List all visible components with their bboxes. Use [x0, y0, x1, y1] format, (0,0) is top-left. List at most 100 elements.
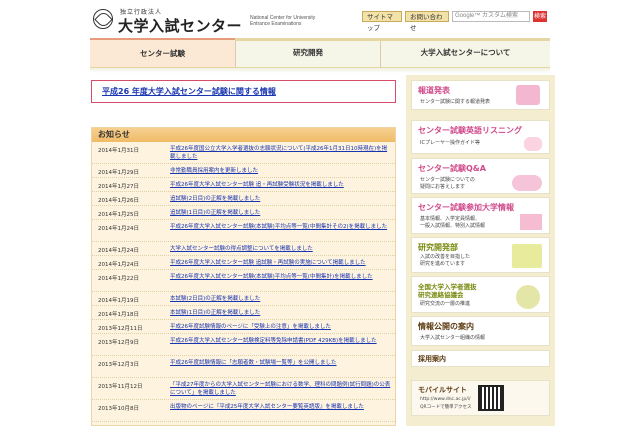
main-nav: センター試験 研究開発 大学入試センターについて [90, 38, 550, 68]
notice-row: 2014年1月22日 平成26年度大学入試センター試験(本試験)平均点等一覧(中… [92, 271, 395, 292]
notice-date: 2014年1月22日 [98, 276, 139, 282]
people-icon [516, 285, 540, 309]
disclosure-sub: 大学入試センター組織の情報 [420, 335, 486, 341]
notice-link[interactable]: 大学入試センター試験の得点調整についてを掲載しました [170, 245, 392, 253]
headphones-icon [524, 137, 542, 151]
nav-about[interactable]: 大学入試センターについて [380, 41, 550, 67]
notice-row: 2014年1月24日 大学入試センター試験の得点調整についてを掲載しました [92, 243, 395, 256]
research-dept-title: 研究開発部 [418, 243, 458, 252]
newspaper-icon [516, 85, 540, 105]
notice-link[interactable]: 出版物のページに『平成25年度大学入試センター要覧英語版』を掲載しました [170, 403, 392, 411]
notice-section: お知らせ 2014年1月31日 平成26年度国公立大学入学者選抜の志願状況につい… [91, 127, 396, 426]
notice-link[interactable]: 「平成27年度からの大学入試センター試験における数学、理科の問題例(試行問題)の… [170, 381, 392, 397]
notice-link[interactable]: 追試験(2日目)の正解を掲載しました [170, 195, 392, 203]
notice-date: 2014年1月24日 [98, 262, 139, 268]
notice-date: 2013年12月9日 [98, 340, 139, 346]
notice-row: 2014年1月25日 追試験(1日目)の正解を掲載しました [92, 207, 395, 220]
notice-link[interactable]: 追試験(1日目)の正解を掲載しました [170, 209, 392, 217]
press-release-card[interactable]: 報道発表 センター試験に関する報道発表 [411, 80, 550, 110]
notice-row: 2013年12月9日 平成26年度大学入試センター試験検定料等免除申請書(PDF… [92, 335, 395, 356]
notice-link[interactable]: 本試験(2日目)の正解を掲載しました [170, 295, 392, 303]
notice-date: 2014年1月29日 [98, 170, 139, 176]
notice-row: 2014年1月24日 平成26年度大学入試センター試験(本試験)平均点等一覧(中… [92, 221, 395, 242]
notice-link[interactable]: 非常勤職員採用案内を更新しました [170, 167, 392, 175]
qa-sub-1: センター試験についての [420, 177, 475, 183]
press-release-sub: センター試験に関する報道発表 [420, 99, 491, 105]
research-dept-card[interactable]: 研究開発部 入試の改善を目指した 研究を進めています [411, 237, 550, 273]
exam-info-link[interactable]: 平成26 年度大学入試センター試験に関する情報 [102, 86, 276, 97]
search-button[interactable]: 検索 [533, 11, 547, 22]
notice-date: 2014年1月18日 [98, 312, 139, 318]
mobile-title: モバイルサイト [418, 386, 467, 394]
council-sub: 研究交流の一層の推進 [420, 301, 471, 307]
council-card[interactable]: 全国大学入学者選抜 研究連絡協議会 研究交流の一層の推進 [411, 276, 550, 313]
notice-row: 2013年10月8日 出版物のページに『平成25年度大学入試センター要覧英語版』… [92, 401, 395, 422]
notice-date: 2013年10月8日 [98, 406, 139, 412]
org-english-name: National Center for University Entrance … [250, 15, 316, 27]
notice-date: 2014年1月24日 [98, 248, 139, 254]
notice-link[interactable]: 平成26年度試験情報に「志願者数・試験場一覧等」を公開しました [170, 359, 392, 367]
qr-code-icon [478, 385, 504, 411]
participating-sub-2: 一般入試情報、特別入試情報 [420, 223, 486, 229]
notice-link[interactable]: 平成26年度大学入試センター試験 追・再試験受験状況を掲載しました [170, 181, 392, 189]
notice-row: 2014年1月31日 平成26年度国公立大学入学者選抜の志願状況について(平成2… [92, 143, 395, 164]
notice-row: 2014年1月24日 平成26年度大学入試センター試験 追試験・再試験の実施につ… [92, 257, 395, 270]
notice-date: 2014年1月19日 [98, 298, 139, 304]
mobile-url: http://www.dnc.ac.jp/i/ [420, 397, 471, 402]
notice-link[interactable]: 平成26年度大学入試センター試験 追試験・再試験の実施について掲載しました [170, 259, 392, 267]
logo-emblem-icon[interactable] [93, 9, 113, 29]
nav-center-exam[interactable]: センター試験 [90, 38, 235, 67]
book-icon [512, 244, 542, 268]
notice-row: 2013年12月3日 平成26年度試験情報に「志願者数・試験場一覧等」を公開しま… [92, 357, 395, 378]
listening-title: センター試験英語リスニング [418, 126, 522, 135]
qa-card[interactable]: センター試験Q&A センター試験についての 疑問にお答えします [411, 158, 550, 194]
notice-link[interactable]: 平成26年度試験情報のページに「受験上の注意」を掲載しました [170, 323, 392, 331]
disclosure-card[interactable]: 情報公開の案内 大学入試センター組織の情報 [411, 316, 550, 346]
notice-link[interactable]: 平成26年度大学入試センター試験検定料等免除申請書(PDF 429KB)を掲載し… [170, 337, 392, 345]
notice-date: 2014年1月24日 [98, 226, 139, 232]
notice-date: 2013年11月12日 [98, 384, 143, 390]
research-dept-sub-1: 入試の改善を目指した [420, 254, 471, 260]
council-title-2: 研究連絡協議会 [418, 291, 464, 299]
nav-research[interactable]: 研究開発 [235, 41, 380, 67]
qa-title: センター試験Q&A [418, 164, 486, 173]
notice-row: 2014年1月29日 非常勤職員採用案内を更新しました [92, 165, 395, 178]
building-icon [520, 214, 542, 230]
notice-row: 2014年1月19日 本試験(2日目)の正解を掲載しました [92, 293, 395, 306]
notice-header: お知らせ [92, 128, 395, 142]
notice-date: 2014年1月27日 [98, 184, 139, 190]
notice-row: 2013年11月12日 「平成27年度からの大学入試センター試験における数学、理… [92, 379, 395, 400]
notice-date: 2013年12月3日 [98, 362, 139, 368]
listening-card[interactable]: センター試験英語リスニング ICプレーヤー操作ガイド等 [411, 120, 550, 154]
search-input[interactable]: Google™ カスタム検索 [452, 11, 530, 22]
recruit-card[interactable]: 採用案内 [411, 350, 550, 367]
nav-divider [90, 68, 550, 73]
listening-sub: ICプレーヤー操作ガイド等 [420, 140, 480, 146]
notice-date: 2014年1月31日 [98, 148, 139, 154]
exam-info-banner[interactable]: 平成26 年度大学入試センター試験に関する情報 [91, 80, 396, 103]
recruit-title: 採用案内 [418, 355, 446, 363]
participating-sub-1: 基本情報、入学定員情報、 [420, 216, 481, 222]
inquiry-button[interactable]: お問い合わせ [405, 11, 449, 32]
notice-link[interactable]: 平成26年度国公立大学入学者選抜の志願状況について(平成26年1月31日10時現… [170, 145, 392, 161]
notice-link[interactable]: 本試験(1日目)の正解を掲載しました [170, 309, 392, 317]
qa-sub-2: 疑問にお答えします [420, 184, 466, 190]
notice-row: 2013年12月11日 平成26年度試験情報のページに「受験上の注意」を掲載しま… [92, 321, 395, 334]
notice-row: 2014年1月26日 追試験(2日目)の正解を掲載しました [92, 193, 395, 206]
notice-date: 2014年1月25日 [98, 212, 139, 218]
participating-universities-card[interactable]: センター試験参加大学情報 基本情報、入学定員情報、 一般入試情報、特別入試情報 [411, 197, 550, 234]
notice-date: 2013年12月11日 [98, 326, 143, 332]
notice-row: 2014年1月18日 本試験(1日目)の正解を掲載しました [92, 307, 395, 320]
sitemap-button[interactable]: サイトマップ [362, 11, 402, 32]
notice-link[interactable]: 平成26年度大学入試センター試験(本試験)平均点等一覧(中間集計その2)を掲載し… [170, 223, 392, 231]
press-release-title: 報道発表 [418, 86, 450, 95]
site-header: 独立行政法人 大学入試センター National Center for Univ… [0, 0, 640, 38]
notice-date: 2014年1月26日 [98, 198, 139, 204]
site-logo-text[interactable]: 大学入試センター [118, 15, 242, 36]
notice-link[interactable]: 平成26年度大学入試センター試験(本試験)平均点等一覧(中間集計)を掲載しました [170, 273, 392, 281]
mobile-sub: QRコードで簡単アクセス [420, 405, 472, 410]
notice-title: お知らせ [98, 130, 130, 139]
notice-row: 2014年1月27日 平成26年度大学入試センター試験 追・再試験受験状況を掲載… [92, 179, 395, 192]
disclosure-title: 情報公開の案内 [418, 322, 474, 331]
research-dept-sub-2: 研究を進めています [420, 261, 466, 267]
